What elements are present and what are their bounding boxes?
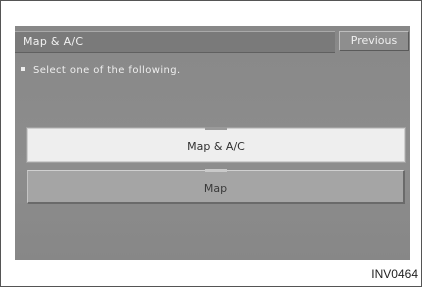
option-label: Map	[203, 182, 228, 195]
option-map-button[interactable]: Map	[27, 169, 405, 204]
figure-frame: Map & A/C Previous Select one of the fol…	[0, 0, 422, 287]
indicator-notch-icon	[205, 127, 227, 130]
bullet-icon	[21, 67, 25, 71]
instruction-label: Select one of the following.	[33, 65, 181, 76]
figure-code: INV0464	[371, 267, 418, 281]
title-bar: Map & A/C	[15, 31, 335, 53]
display-screen: Map & A/C Previous Select one of the fol…	[15, 26, 410, 260]
previous-button[interactable]: Previous	[339, 31, 409, 51]
indicator-notch-icon	[204, 169, 227, 172]
option-map-and-ac-button[interactable]: Map & A/C	[27, 127, 405, 162]
screen-title: Map & A/C	[23, 35, 84, 48]
option-label: Map & A/C	[187, 140, 245, 153]
instruction-text: Select one of the following.	[21, 65, 181, 76]
